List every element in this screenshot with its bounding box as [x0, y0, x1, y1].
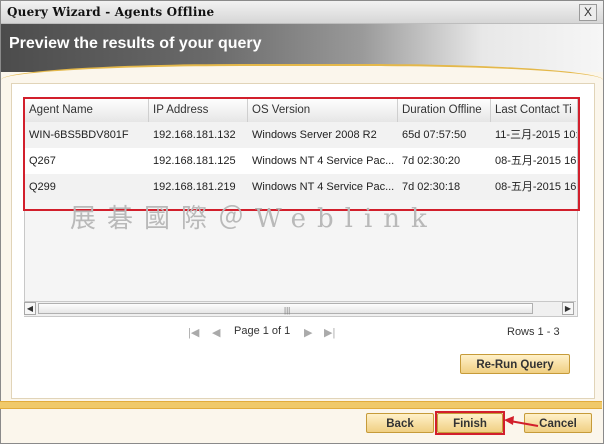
page-title: Preview the results of your query	[9, 35, 262, 52]
horizontal-scrollbar[interactable]: ◀ ||| ▶	[24, 301, 576, 316]
watermark-text: 展碁國際＠Weblink	[70, 204, 438, 234]
next-page-icon[interactable]: ▶	[304, 326, 312, 339]
page-indicator: Page 1 of 1	[234, 325, 291, 337]
scroll-right-icon[interactable]: ▶	[562, 302, 574, 315]
close-icon[interactable]: X	[579, 4, 597, 21]
footer-divider	[0, 401, 602, 409]
previous-page-icon[interactable]: ◀	[212, 326, 220, 339]
scroll-left-icon[interactable]: ◀	[24, 302, 36, 315]
scrollbar-grip-icon: |||	[284, 306, 291, 315]
annotation-highlight-table	[23, 97, 580, 211]
first-page-icon[interactable]: |◀	[188, 326, 199, 339]
scrollbar-thumb[interactable]: |||	[38, 303, 533, 315]
rerun-query-button[interactable]: Re-Run Query	[460, 354, 570, 374]
rows-count: Rows 1 - 3	[507, 326, 560, 338]
annotation-highlight-finish	[435, 411, 505, 435]
last-page-icon[interactable]: ▶|	[324, 326, 335, 339]
back-button[interactable]: Back	[366, 413, 434, 433]
window-title: Query Wizard - Agents Offline	[7, 5, 215, 19]
annotation-arrow-icon	[504, 416, 539, 427]
title-bar: Query Wizard - Agents Offline X	[1, 1, 603, 24]
